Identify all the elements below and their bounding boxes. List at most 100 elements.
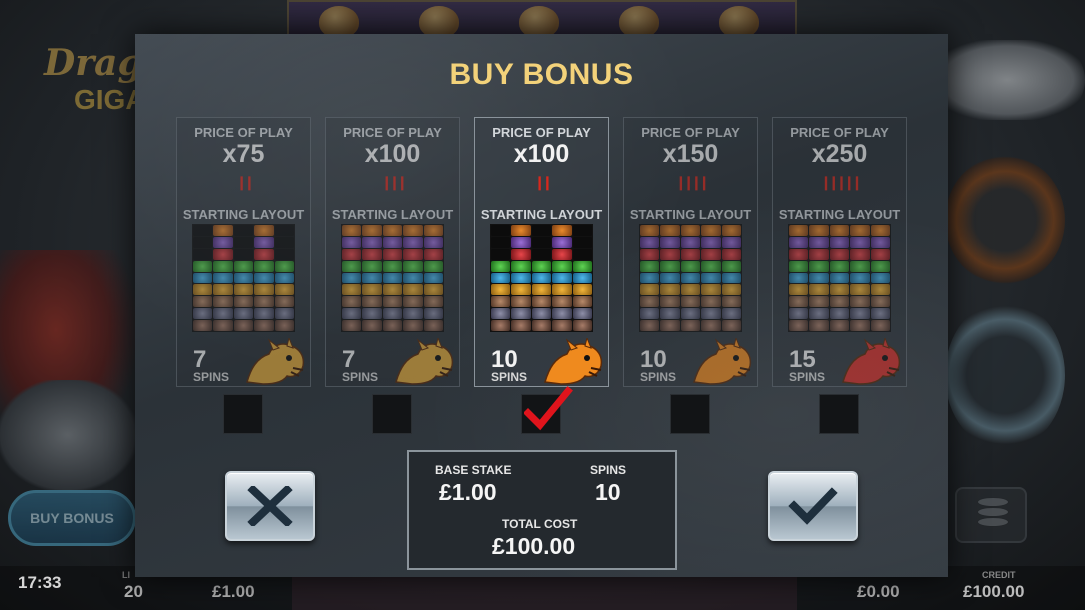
option-checkbox-1[interactable] bbox=[223, 394, 263, 434]
buy-bonus-dialog: BUY BONUS PRICE OF PLAY x75 ❙❙ STARTING … bbox=[135, 34, 948, 577]
symbol-cell bbox=[403, 225, 423, 236]
symbol-cell bbox=[254, 260, 274, 272]
symbol-cell bbox=[531, 272, 552, 284]
total-cost-value: £100.00 bbox=[492, 533, 576, 559]
symbol-cell bbox=[789, 260, 809, 272]
price-of-play-label: PRICE OF PLAY bbox=[641, 125, 740, 140]
symbol-cell bbox=[511, 272, 531, 284]
symbol-cell bbox=[680, 236, 701, 248]
symbol-cell bbox=[660, 248, 680, 260]
symbol-cell bbox=[701, 320, 721, 331]
symbol-cell bbox=[274, 284, 294, 296]
cancel-button[interactable] bbox=[225, 471, 315, 541]
option-checkbox-5[interactable] bbox=[819, 394, 859, 434]
starting-layout-grid bbox=[490, 224, 593, 332]
symbol-cell bbox=[274, 320, 294, 331]
symbol-cell bbox=[423, 225, 443, 236]
symbol-cell bbox=[809, 296, 829, 308]
option-checkbox-3[interactable] bbox=[521, 386, 573, 434]
symbol-cell bbox=[829, 260, 850, 272]
price-of-play-label: PRICE OF PLAY bbox=[194, 125, 293, 140]
dragon-head-icon bbox=[395, 338, 454, 385]
symbol-cell bbox=[511, 284, 531, 296]
bonus-option-5[interactable]: PRICE OF PLAY x250 ❙❙❙❙❙ STARTING LAYOUT… bbox=[772, 117, 907, 387]
symbol-cell bbox=[870, 260, 890, 272]
symbol-cell bbox=[362, 308, 382, 320]
symbol-cell bbox=[511, 236, 531, 248]
symbol-cell bbox=[342, 308, 362, 320]
base-stake-value: £1.00 bbox=[439, 479, 497, 505]
symbol-cell bbox=[254, 248, 274, 260]
chili-rating-icon: ❙❙❙ bbox=[380, 174, 408, 190]
spins-label: SPINS bbox=[193, 370, 230, 384]
symbol-cell bbox=[680, 248, 701, 260]
symbol-cell bbox=[511, 248, 531, 260]
symbol-cell bbox=[850, 225, 870, 236]
dialog-title: BUY BONUS bbox=[449, 58, 634, 91]
symbol-cell bbox=[233, 296, 254, 308]
option-checkbox-2[interactable] bbox=[372, 394, 412, 434]
option-checkbox-4[interactable] bbox=[670, 394, 710, 434]
bonus-option-1[interactable]: PRICE OF PLAY x75 ❙❙ STARTING LAYOUT 7 S… bbox=[176, 117, 311, 387]
symbol-cell bbox=[552, 272, 572, 284]
starting-layout-grid bbox=[639, 224, 742, 332]
symbol-cell bbox=[193, 260, 213, 272]
empty-cell bbox=[233, 225, 254, 236]
symbol-cell bbox=[382, 320, 403, 331]
bonus-option-2[interactable]: PRICE OF PLAY x100 ❙❙❙ STARTING LAYOUT 7… bbox=[325, 117, 460, 387]
symbol-cell bbox=[721, 260, 741, 272]
starting-layout-label: STARTING LAYOUT bbox=[182, 207, 305, 222]
symbol-cell bbox=[850, 236, 870, 248]
coins-icon[interactable] bbox=[955, 487, 1027, 543]
price-of-play-label: PRICE OF PLAY bbox=[492, 125, 591, 140]
symbol-cell bbox=[342, 225, 362, 236]
symbol-cell bbox=[254, 320, 274, 331]
spins-label: SPINS bbox=[590, 463, 627, 477]
symbol-cell bbox=[680, 225, 701, 236]
blue-orb-art bbox=[945, 300, 1065, 450]
game-screen: Drag GIGA BUY BONUS 17:33 LI 20 £1.00 £0… bbox=[0, 0, 1085, 610]
spins-value: 10 bbox=[595, 479, 621, 505]
symbol-cell bbox=[531, 320, 552, 331]
close-icon bbox=[247, 486, 293, 526]
symbol-cell bbox=[233, 284, 254, 296]
symbol-cell bbox=[213, 225, 233, 236]
symbol-cell bbox=[491, 320, 511, 331]
empty-cell bbox=[531, 248, 552, 260]
spins-label: SPINS bbox=[789, 370, 826, 384]
spins-label: SPINS bbox=[342, 370, 379, 384]
symbol-cell bbox=[213, 308, 233, 320]
buy-bonus-button[interactable]: BUY BONUS bbox=[8, 490, 136, 546]
symbol-cell bbox=[660, 260, 680, 272]
starting-layout-label: STARTING LAYOUT bbox=[331, 207, 454, 222]
symbol-cell bbox=[511, 225, 531, 236]
symbol-cell bbox=[660, 272, 680, 284]
symbol-cell bbox=[213, 272, 233, 284]
symbol-cell bbox=[552, 236, 572, 248]
symbol-cell bbox=[531, 296, 552, 308]
bonus-option-4[interactable]: PRICE OF PLAY x150 ❙❙❙❙ STARTING LAYOUT … bbox=[623, 117, 758, 387]
empty-cell bbox=[274, 236, 294, 248]
symbol-cell bbox=[362, 272, 382, 284]
symbol-cell bbox=[423, 320, 443, 331]
symbol-cell bbox=[829, 225, 850, 236]
top-reel-row bbox=[287, 0, 797, 38]
symbol-cell bbox=[850, 260, 870, 272]
bonus-option-3[interactable]: PRICE OF PLAY x100 ❙❙ STARTING LAYOUT 10… bbox=[474, 117, 609, 387]
symbol-cell bbox=[342, 272, 362, 284]
symbol-cell bbox=[680, 320, 701, 331]
symbol-cell bbox=[403, 236, 423, 248]
symbol-cell bbox=[403, 272, 423, 284]
empty-cell bbox=[491, 248, 511, 260]
symbol-cell bbox=[254, 308, 274, 320]
price-multiplier: x75 bbox=[222, 140, 265, 168]
symbol-cell bbox=[701, 284, 721, 296]
summary-panel: BASE STAKE £1.00 SPINS 10 TOTAL COST £10… bbox=[407, 450, 677, 570]
checkmark-icon bbox=[524, 386, 573, 431]
symbol-cell bbox=[362, 248, 382, 260]
symbol-cell bbox=[511, 296, 531, 308]
credit-label: CREDIT bbox=[982, 570, 1016, 580]
confirm-button[interactable] bbox=[768, 471, 858, 541]
symbol-cell bbox=[640, 248, 660, 260]
symbol-cell bbox=[531, 284, 552, 296]
